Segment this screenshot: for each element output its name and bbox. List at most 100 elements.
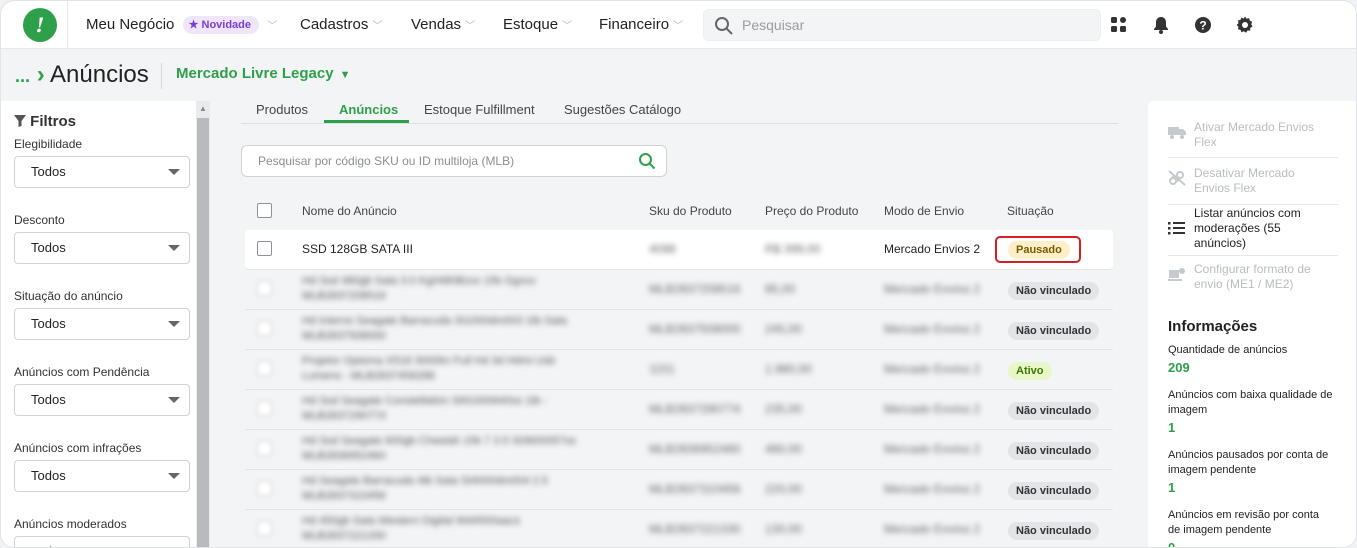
row-checkbox[interactable] <box>257 401 272 416</box>
action-enable-flex[interactable]: Ativar Mercado Envios Flex <box>1168 120 1338 152</box>
action-configure-shipping[interactable]: Configurar formato de envio (ME1 / ME2) <box>1168 262 1338 294</box>
filter-select-pendencia[interactable]: Todos <box>14 384 190 416</box>
search-icon[interactable] <box>638 152 656 170</box>
global-search-placeholder: Pesquisar <box>742 17 805 33</box>
table-row[interactable]: Hd Ssd 480gb Sata 3.0 Kg0480Bzxx 15k Ggx… <box>245 270 1113 310</box>
tab-produtos[interactable]: Produtos <box>256 102 308 117</box>
listing-sku: MLB2837508000 <box>649 322 741 336</box>
table-row[interactable]: Hd Ssd Seagate 600gb Cheetah 15k 7 3.5 S… <box>245 430 1113 470</box>
info-value-review-image[interactable]: 0 <box>1168 540 1175 547</box>
status-badge: Não vinculado <box>1008 522 1100 540</box>
divider <box>1168 204 1338 205</box>
listing-id: MLB2837221330 <box>302 530 386 542</box>
row-checkbox[interactable] <box>257 521 272 536</box>
filter-select-situacao[interactable]: Todos <box>14 308 190 340</box>
svg-text:?: ? <box>1199 19 1206 33</box>
select-all-checkbox[interactable] <box>257 203 272 218</box>
new-feature-badge: ★ Novidade <box>182 16 260 35</box>
info-value-paused-image[interactable]: 1 <box>1168 480 1175 495</box>
listing-name[interactable]: SSD 128GB SATA III <box>302 242 413 256</box>
nav-vendas[interactable]: Vendas ﹀ <box>411 1 475 49</box>
scroll-up-arrow-icon[interactable]: ▲ <box>199 104 207 113</box>
info-value-total[interactable]: 209 <box>1168 360 1190 375</box>
breadcrumb-ellipsis[interactable]: ... <box>15 66 30 86</box>
listing-name[interactable]: Projetor Optoma X518 3000lm Full Hd 3d H… <box>302 354 555 369</box>
table-row[interactable]: Hd 450gb Sata Western Digital Wd4500aacs… <box>245 510 1113 547</box>
caret-down-icon <box>168 397 180 403</box>
action-list-moderated[interactable]: Listar anúncios com moderações (55 anúnc… <box>1168 206 1338 252</box>
gear-icon[interactable] <box>1235 15 1255 35</box>
row-checkbox[interactable] <box>257 441 272 456</box>
status-badge: Não vinculado <box>1008 322 1100 340</box>
apps-grid-icon[interactable] <box>1109 15 1129 35</box>
table-row[interactable]: SSD 128GB SATA III 4098 R$ 399,00 Mercad… <box>245 230 1113 270</box>
filter-label-situacao: Situação do anúncio <box>14 289 123 303</box>
filter-select-value: Todos <box>31 392 66 407</box>
row-checkbox[interactable] <box>257 321 272 336</box>
listing-name[interactable]: Hd Seagate Barracuda 4tb Sata St4000dm00… <box>302 474 548 489</box>
tab-estoque-fulfillment[interactable]: Estoque Fulfillment <box>424 102 535 117</box>
nav-financeiro[interactable]: Financeiro ﹀ <box>599 1 683 49</box>
divider <box>1168 157 1338 158</box>
info-value-low-quality[interactable]: 1 <box>1168 420 1175 435</box>
filter-select-moderados[interactable]: Todos <box>14 536 190 547</box>
nav-meu-negocio[interactable]: Meu Negócio ★ Novidade ﹀ <box>86 1 277 49</box>
filter-select-desconto[interactable]: Todos <box>14 232 190 264</box>
table-row[interactable]: Hd Ssd Seagate Constellation St91000640s… <box>245 390 1113 430</box>
tab-sugestoes-catalogo[interactable]: Sugestões Catálogo <box>564 102 681 117</box>
star-icon: ★ <box>188 19 199 32</box>
listing-name[interactable]: Hd Ssd Seagate Constellation St91000640s… <box>302 394 547 409</box>
listing-id: Lumens - MLB2837456288 <box>302 370 435 382</box>
app-logo[interactable]: ! <box>23 8 57 42</box>
table-row[interactable]: Projetor Optoma X518 3000lm Full Hd 3d H… <box>245 350 1113 390</box>
tab-anuncios[interactable]: Anúncios <box>339 102 398 117</box>
filter-label-elegibilidade: Elegibilidade <box>14 137 83 151</box>
filters-scrollbar-thumb[interactable] <box>197 118 209 547</box>
info-title: Informações <box>1168 318 1258 335</box>
store-selector[interactable]: Mercado Livre Legacy ▼ <box>176 65 350 82</box>
row-checkbox[interactable] <box>257 281 272 296</box>
listing-shipping: Mercado Envios 2 <box>884 482 981 496</box>
filter-select-value: Todos <box>31 468 66 483</box>
row-checkbox[interactable] <box>257 361 272 376</box>
column-header-price[interactable]: Preço do Produto <box>765 204 858 218</box>
search-icon <box>715 17 733 35</box>
nav-cadastros[interactable]: Cadastros ﹀ <box>300 1 382 49</box>
listing-name[interactable]: Hd Ssd 480gb Sata 3.0 Kg0480Bzxx 15k Ggx… <box>302 274 536 289</box>
info-label-paused-image: Anúncios pausados por conta de imagem pe… <box>1168 449 1329 476</box>
filter-select-infracoes[interactable]: Todos <box>14 460 190 492</box>
column-header-shipping[interactable]: Modo de Envio <box>884 204 964 218</box>
bell-icon[interactable] <box>1151 15 1171 35</box>
listing-search-input[interactable]: Pesquisar por código SKU ou ID multiloja… <box>241 145 667 177</box>
status-badge: Não vinculado <box>1008 402 1100 420</box>
chevron-down-icon: ﹀ <box>372 21 383 32</box>
row-checkbox[interactable] <box>257 241 272 256</box>
table-row[interactable]: Hd Seagate Barracuda 4tb Sata St4000dm00… <box>245 470 1113 510</box>
column-header-name[interactable]: Nome do Anúncio <box>302 204 397 218</box>
filters-panel: Filtros Elegibilidade Todos Desconto Tod… <box>1 101 210 547</box>
filter-select-elegibilidade[interactable]: Todos <box>14 156 190 188</box>
filter-select-value: Todos <box>31 537 66 547</box>
active-tab-indicator <box>324 120 409 123</box>
column-header-sku[interactable]: Sku do Produto <box>649 204 732 218</box>
help-icon[interactable]: ? <box>1193 15 1213 35</box>
listing-id: MLB2837208516 <box>302 290 386 302</box>
nav-estoque[interactable]: Estoque ﹀ <box>503 1 572 49</box>
action-disable-flex[interactable]: Desativar Mercado Envios Flex <box>1168 166 1338 198</box>
divider <box>1168 255 1338 256</box>
global-search-input[interactable]: Pesquisar <box>703 9 1101 41</box>
listing-sku: MLB2837221330 <box>649 522 741 536</box>
action-label: Desativar Mercado Envios Flex <box>1194 166 1295 195</box>
listing-shipping: Mercado Envios 2 <box>884 242 981 256</box>
listings-main: Produtos Anúncios Estoque Fulfillment Su… <box>241 97 1119 547</box>
filter-label-pendencia: Anúncios com Pendência <box>14 365 150 379</box>
column-header-status[interactable]: Situação <box>1007 204 1054 218</box>
listing-name[interactable]: Hd Ssd Seagate 600gb Cheetah 15k 7 3.5 S… <box>302 434 576 449</box>
nav-cadastros-label: Cadastros <box>300 16 369 33</box>
listing-name[interactable]: Hd Interno Seagate Barracuda St1000dm003… <box>302 314 567 329</box>
actions-panel: Ativar Mercado Envios Flex Desativar Mer… <box>1148 101 1356 547</box>
table-row[interactable]: Hd Interno Seagate Barracuda St1000dm003… <box>245 310 1113 350</box>
row-checkbox[interactable] <box>257 481 272 496</box>
listing-name[interactable]: Hd 450gb Sata Western Digital Wd4500aacs <box>302 514 520 529</box>
listing-shipping: Mercado Envios 2 <box>884 402 981 416</box>
